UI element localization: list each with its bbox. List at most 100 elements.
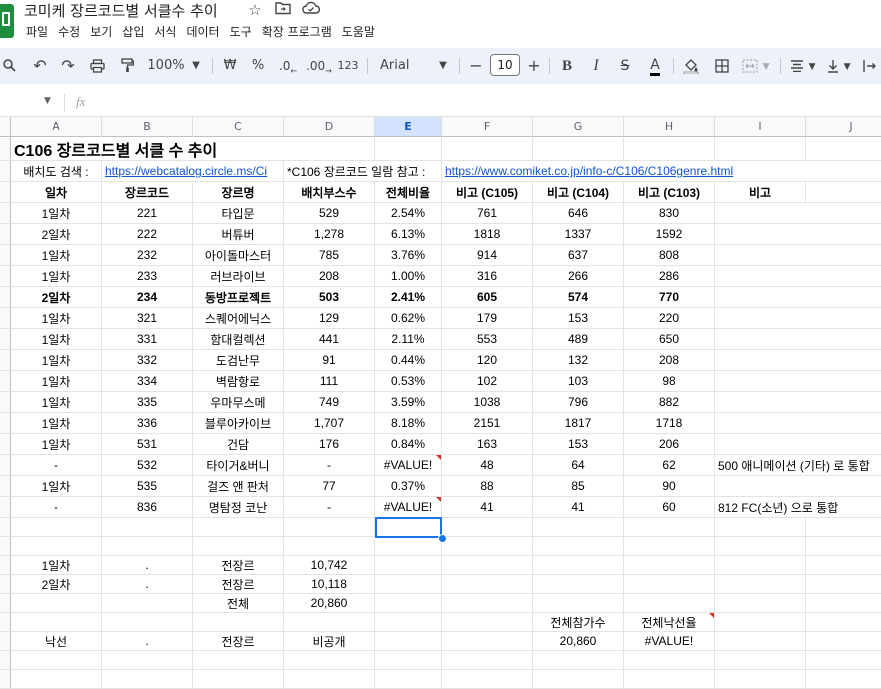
cell-i[interactable]: [715, 670, 806, 688]
cell-code[interactable]: 233: [102, 266, 193, 286]
borders-icon[interactable]: [712, 48, 732, 84]
cell-note[interactable]: [715, 371, 881, 391]
percent-format-button[interactable]: %: [249, 48, 267, 84]
menu-format[interactable]: 서식: [152, 22, 184, 42]
row-header[interactable]: [0, 203, 11, 223]
cell-booths[interactable]: 441: [284, 329, 375, 349]
cell-day[interactable]: 1일차: [11, 371, 102, 391]
cell-j[interactable]: [806, 613, 881, 631]
menu-edit[interactable]: 수정: [56, 22, 88, 42]
cell-h[interactable]: [624, 594, 715, 612]
cell-note[interactable]: [715, 329, 881, 349]
cell-day[interactable]: 1일차: [11, 413, 102, 433]
cell-c103[interactable]: 286: [624, 266, 715, 286]
menu-data[interactable]: 데이터: [184, 22, 227, 42]
cell-c105[interactable]: 2151: [442, 413, 533, 433]
decrease-decimal-button[interactable]: .0←: [276, 48, 300, 84]
cell-name[interactable]: 동방프로젝트: [193, 287, 284, 307]
sheets-logo-icon[interactable]: [0, 4, 14, 38]
cell-day[interactable]: 1일차: [11, 434, 102, 454]
cell-note[interactable]: [715, 287, 881, 307]
cell-e[interactable]: [375, 575, 442, 593]
row-header[interactable]: [0, 594, 11, 612]
genre-ref-link[interactable]: https://www.comiket.co.jp/info-c/C106/C1…: [442, 161, 806, 181]
cell-a[interactable]: [11, 518, 102, 536]
cell-day[interactable]: 2일차: [11, 224, 102, 244]
row-header[interactable]: [0, 632, 11, 650]
cell-c104[interactable]: 266: [533, 266, 624, 286]
increase-font-size-icon[interactable]: +: [525, 48, 543, 84]
cell-c105[interactable]: 1818: [442, 224, 533, 244]
cell-name[interactable]: 타이거&버니: [193, 455, 284, 475]
cell-j[interactable]: [806, 537, 881, 555]
menu-insert[interactable]: 삽입: [120, 22, 152, 42]
cell-g[interactable]: [533, 670, 624, 688]
cell-ratio[interactable]: 0.84%: [375, 434, 442, 454]
cell-c104[interactable]: 637: [533, 245, 624, 265]
cell-g[interactable]: [533, 575, 624, 593]
cell-c104[interactable]: 489: [533, 329, 624, 349]
summary-genre[interactable]: 전장르: [193, 575, 284, 593]
cell-f[interactable]: [442, 670, 533, 688]
cell-note[interactable]: [715, 476, 881, 496]
header-ratio[interactable]: 전체비율: [375, 182, 442, 202]
cell-e[interactable]: [375, 137, 442, 160]
cell-h[interactable]: [624, 518, 715, 536]
font-chevron-down-icon[interactable]: ▼: [436, 48, 450, 84]
italic-icon[interactable]: I: [586, 48, 606, 84]
cell-j[interactable]: [806, 651, 881, 669]
row-header[interactable]: [0, 518, 11, 536]
header-name[interactable]: 장르명: [193, 182, 284, 202]
cell-day[interactable]: 1일차: [11, 392, 102, 412]
cell-name[interactable]: 블루아카이브: [193, 413, 284, 433]
header-code[interactable]: 장르코드: [102, 182, 193, 202]
paint-format-icon[interactable]: [117, 48, 137, 84]
zoom-chevron-down-icon[interactable]: ▼: [189, 48, 203, 84]
currency-format-button[interactable]: ₩: [221, 48, 239, 84]
cell-name[interactable]: 명탐정 코난: [193, 497, 284, 517]
cell-note[interactable]: [715, 224, 881, 244]
cell-note[interactable]: [715, 245, 881, 265]
cell-d[interactable]: [284, 137, 375, 160]
active-cell-selection[interactable]: [375, 517, 442, 538]
summary-day[interactable]: 1일차: [11, 556, 102, 574]
column-header-g[interactable]: G: [533, 117, 624, 137]
cell-code[interactable]: 531: [102, 434, 193, 454]
search-menus-icon[interactable]: [0, 48, 18, 84]
row-header[interactable]: [0, 137, 11, 160]
cell-ratio[interactable]: 2.54%: [375, 203, 442, 223]
summary-dot[interactable]: .: [102, 556, 193, 574]
cell-note[interactable]: [715, 203, 881, 223]
cell-ratio[interactable]: 3.76%: [375, 245, 442, 265]
cell-code[interactable]: 535: [102, 476, 193, 496]
summary-day[interactable]: 2일차: [11, 575, 102, 593]
cell-booths[interactable]: 1,278: [284, 224, 375, 244]
cell-d[interactable]: [284, 651, 375, 669]
total-fail-rate-label[interactable]: 전체낙선율: [624, 613, 715, 631]
cell-name[interactable]: 도검난무: [193, 350, 284, 370]
row-header[interactable]: [0, 556, 11, 574]
cell-c103[interactable]: 1592: [624, 224, 715, 244]
cell-booths[interactable]: 208: [284, 266, 375, 286]
cell-c103[interactable]: 1718: [624, 413, 715, 433]
cell-i[interactable]: [715, 575, 806, 593]
cell-a[interactable]: [11, 651, 102, 669]
cell-ratio[interactable]: 0.62%: [375, 308, 442, 328]
header-c104[interactable]: 비고 (C104): [533, 182, 624, 202]
fail-label[interactable]: 낙선: [11, 632, 102, 650]
strikethrough-icon[interactable]: S: [615, 48, 635, 84]
cell-b[interactable]: [102, 651, 193, 669]
row-header[interactable]: [0, 651, 11, 669]
cell-name[interactable]: 걸즈 앤 판처: [193, 476, 284, 496]
search-label[interactable]: 배치도 검색 :: [11, 161, 102, 181]
cell-code[interactable]: 335: [102, 392, 193, 412]
cell-c104[interactable]: 132: [533, 350, 624, 370]
cell-i[interactable]: [715, 537, 806, 555]
zoom-select[interactable]: 100%: [146, 48, 186, 84]
cell-code[interactable]: 331: [102, 329, 193, 349]
fail-booths[interactable]: 비공개: [284, 632, 375, 650]
cell-day[interactable]: 1일차: [11, 203, 102, 223]
cell-day[interactable]: -: [11, 497, 102, 517]
cell-code[interactable]: 334: [102, 371, 193, 391]
cell-g[interactable]: [533, 518, 624, 536]
